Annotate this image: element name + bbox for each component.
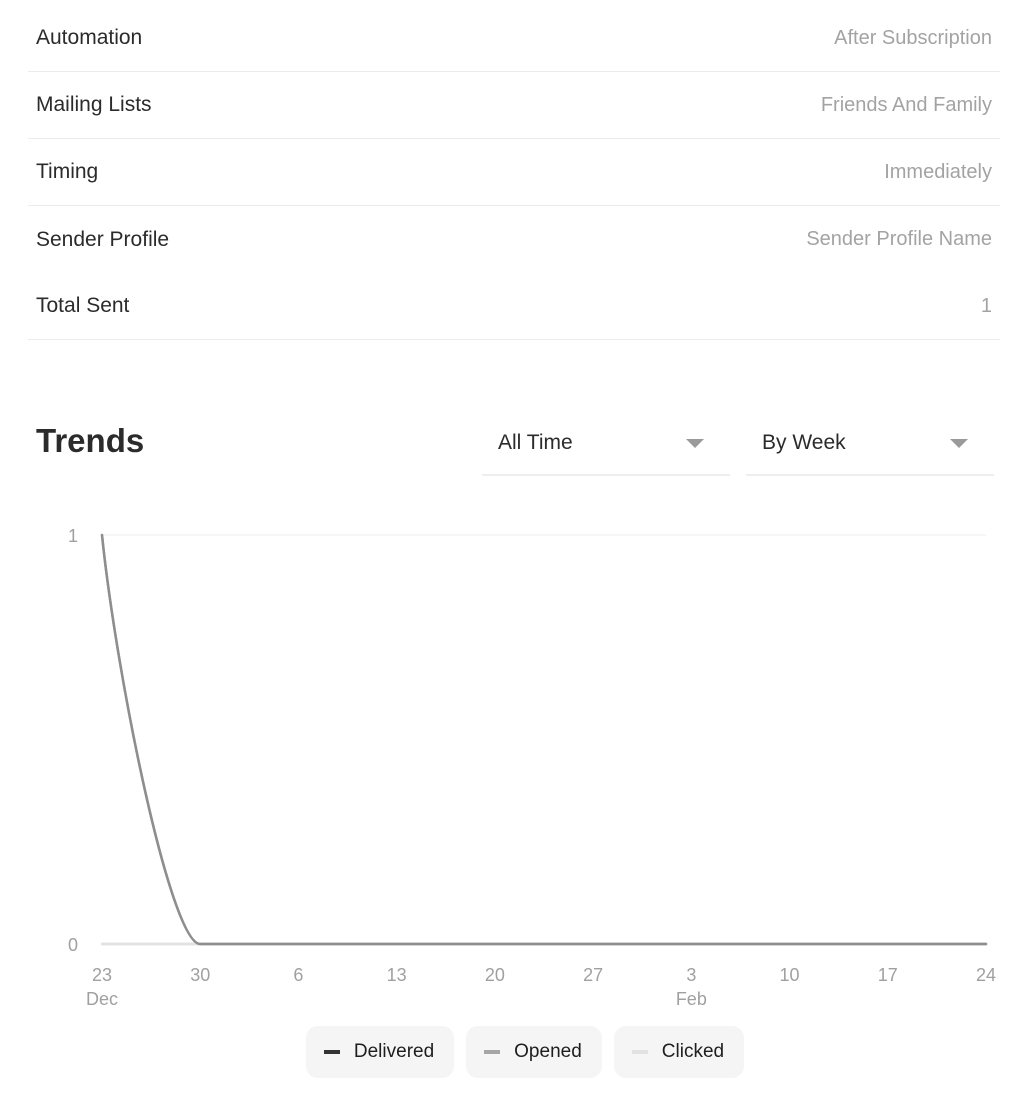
series-line-delivered xyxy=(100,533,988,946)
legend-swatch-icon xyxy=(323,1050,340,1054)
detail-value: Friends And Family xyxy=(820,93,992,116)
chevron-down-icon xyxy=(950,439,968,448)
series-line-opened xyxy=(100,533,988,946)
legend-label: Opened xyxy=(514,1041,582,1062)
detail-row-sender-profile: Sender Profile Sender Profile Name xyxy=(28,206,1000,273)
detail-value: After Subscription xyxy=(834,26,992,49)
x-tick-label: 6 xyxy=(293,965,303,985)
x-tick-label: 24 xyxy=(976,965,996,985)
legend-item-opened[interactable]: Opened xyxy=(466,1026,602,1078)
x-month-label: Dec xyxy=(86,989,118,1009)
detail-label: Sender Profile xyxy=(36,227,170,251)
y-tick-label: 1 xyxy=(68,526,78,546)
legend-label: Delivered xyxy=(353,1041,435,1062)
legend-label: Clicked xyxy=(661,1041,725,1062)
legend-swatch-icon xyxy=(631,1050,648,1054)
time-range-value: All Time xyxy=(498,431,573,454)
chart-legend: Delivered Opened Clicked xyxy=(0,1026,1034,1078)
x-tick-label: 27 xyxy=(583,965,603,985)
detail-value: Immediately xyxy=(884,160,992,183)
x-tick-label: 23 xyxy=(92,965,112,985)
time-range-select[interactable]: All Time xyxy=(482,410,730,476)
detail-row-timing: Timing Immediately xyxy=(28,139,1000,206)
x-tick-label: 17 xyxy=(878,965,898,985)
legend-item-delivered[interactable]: Delivered xyxy=(305,1026,455,1078)
detail-row-total-sent: Total Sent 1 xyxy=(28,273,1000,340)
x-month-label: Feb xyxy=(676,989,707,1009)
chevron-down-icon xyxy=(686,439,704,448)
trends-chart: 0 1 23 30 6 13 20 27 3 10 17 24 Dec Feb xyxy=(68,526,996,1009)
detail-label: Automation xyxy=(36,26,143,49)
detail-label: Total Sent xyxy=(36,294,130,317)
detail-row-automation: Automation After Subscription xyxy=(28,5,1000,72)
x-tick-label: 20 xyxy=(485,965,505,985)
detail-label: Timing xyxy=(36,160,99,183)
interval-select[interactable]: By Week xyxy=(746,410,994,476)
legend-item-clicked[interactable]: Clicked xyxy=(613,1026,745,1078)
detail-value: 1 xyxy=(980,294,992,317)
x-tick-label: 13 xyxy=(387,965,407,985)
detail-label: Mailing Lists xyxy=(36,93,152,116)
interval-value: By Week xyxy=(762,431,846,454)
legend-swatch-icon xyxy=(484,1050,501,1054)
detail-value: Sender Profile Name xyxy=(806,228,992,250)
x-tick-label: 3 xyxy=(686,965,696,985)
trends-title: Trends xyxy=(36,422,145,459)
campaign-details: Automation After Subscription Mailing Li… xyxy=(28,5,1000,340)
detail-row-mailing-lists: Mailing Lists Friends And Family xyxy=(28,72,1000,139)
x-tick-label: 10 xyxy=(780,965,800,985)
y-tick-label: 0 xyxy=(68,935,78,955)
x-tick-label: 30 xyxy=(190,965,210,985)
